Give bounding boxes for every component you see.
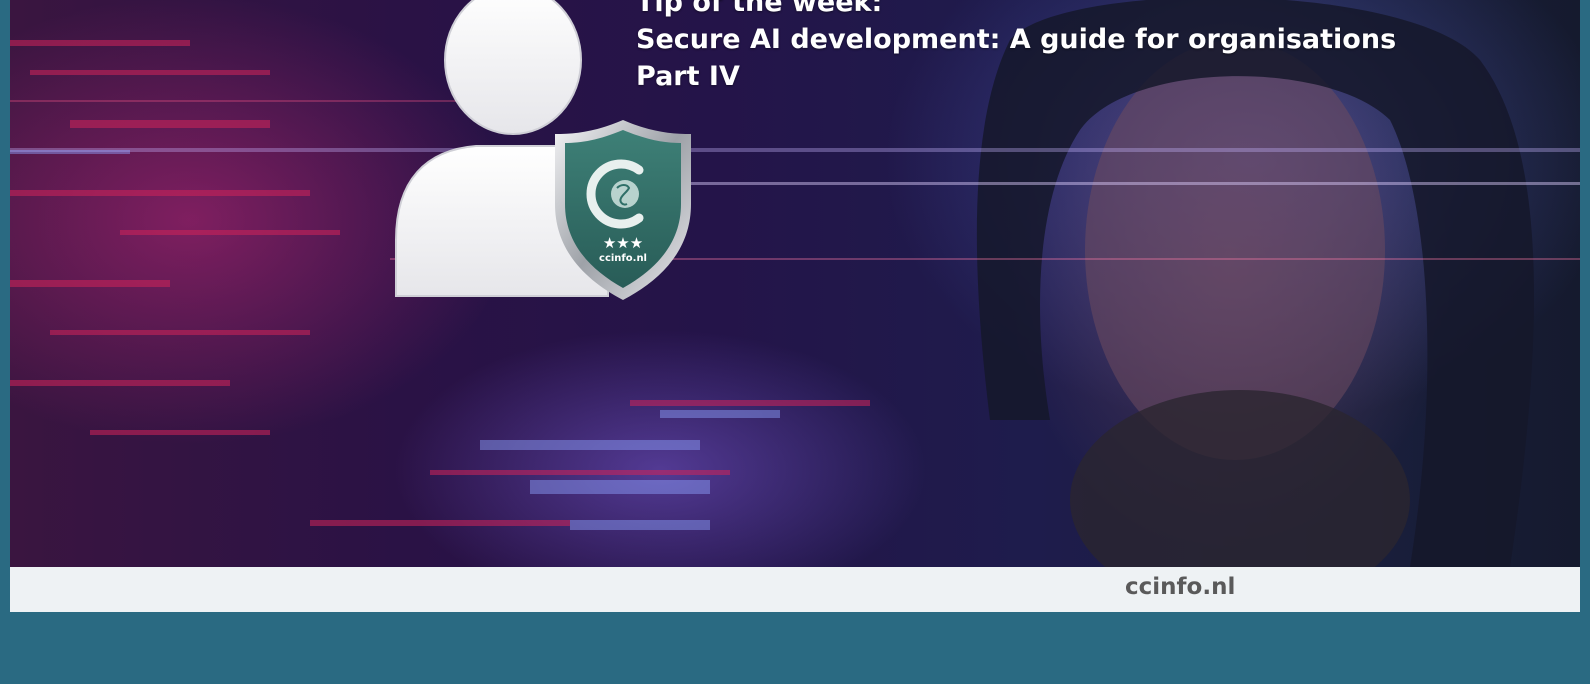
page: Tip of the week: Secure AI development: … [0,0,1590,684]
title-line-part: Part IV [636,61,740,92]
light-streak [10,148,1580,152]
ccinfo-shield-badge: ★★★ ccinfo.nl [555,120,691,300]
banner-image[interactable]: Tip of the week: Secure AI development: … [10,0,1580,567]
banner-title: Tip of the week: Secure AI development: … [636,0,1396,95]
badge-site-label: ccinfo.nl [599,253,647,264]
title-line-heading: Secure AI development: A guide for organ… [636,24,1397,55]
badge-stars: ★★★ [603,234,643,252]
card-footer[interactable]: ccinfo.nl [10,567,1580,612]
portrait-neck-shape [1070,390,1410,567]
footer-domain-link[interactable]: ccinfo.nl [1125,574,1235,600]
light-streak [670,182,1580,185]
link-preview-card[interactable]: Tip of the week: Secure AI development: … [10,0,1580,612]
title-line-tip: Tip of the week: [636,0,883,18]
